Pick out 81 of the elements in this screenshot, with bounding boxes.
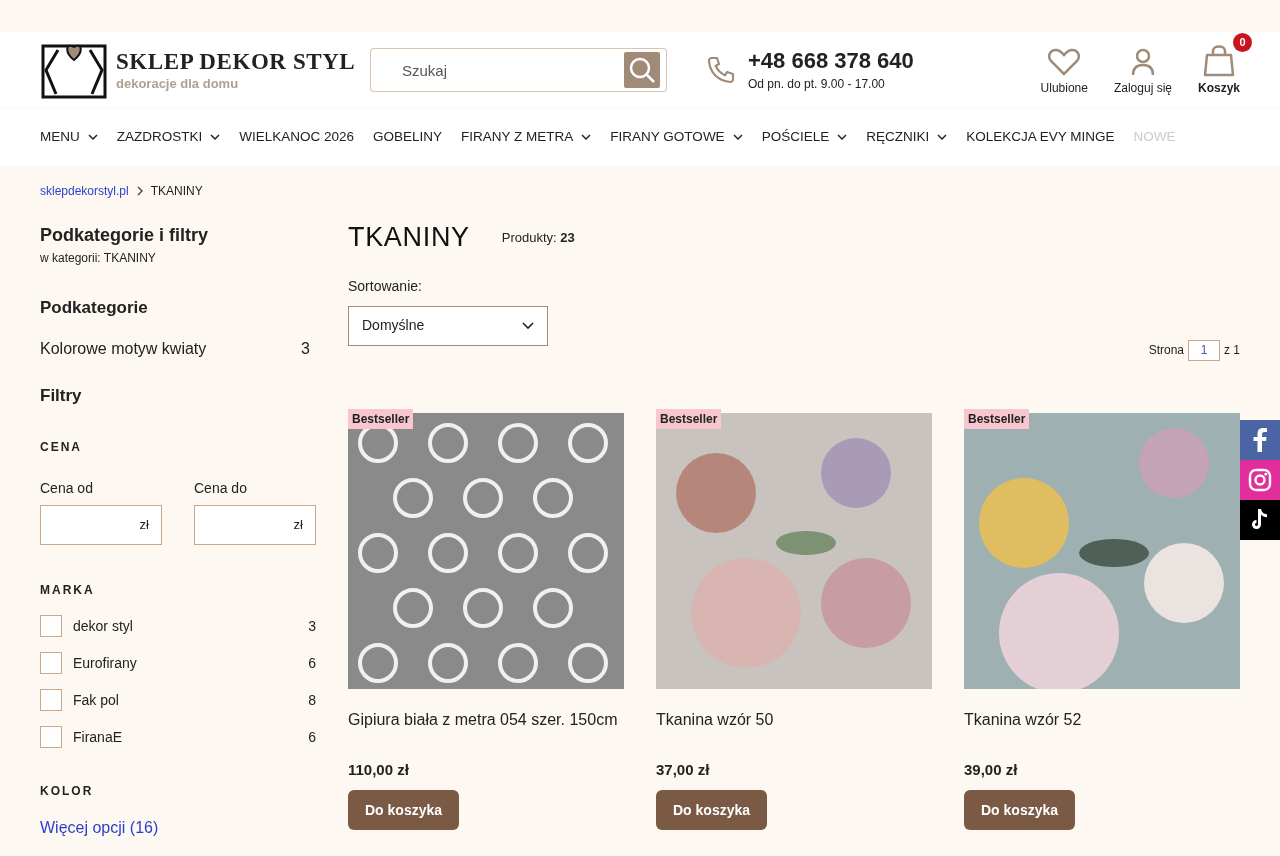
checkbox[interactable] (40, 652, 62, 674)
product-name-link[interactable]: Gipiura biała z metra 054 szer. 150cm (348, 708, 624, 753)
nav-menu-item[interactable]: GOBELINY (373, 127, 443, 148)
brand-label: Eurofirany (73, 653, 138, 673)
chevron-down-icon (522, 321, 534, 330)
product-price: 37,00 zł (656, 759, 711, 780)
cart-count-badge: 0 (1233, 33, 1252, 52)
brand-label: Fak pol (73, 690, 120, 710)
page-total: z 1 (1224, 342, 1240, 359)
product-price: 39,00 zł (964, 759, 1019, 780)
page-title: TKANINY (348, 221, 470, 254)
checkbox[interactable] (40, 726, 62, 748)
bestseller-badge: Bestseller (348, 408, 414, 429)
instagram-button[interactable] (1240, 460, 1280, 500)
chevron-right-icon (136, 186, 143, 196)
bestseller-badge: Bestseller (964, 408, 1030, 429)
price-to-label: Cena do (194, 479, 248, 498)
favorites-button[interactable]: Ulubione (1040, 47, 1088, 97)
checkbox[interactable] (40, 615, 62, 637)
brand-label: dekor styl (73, 616, 134, 636)
brand-count: 8 (308, 690, 316, 710)
subcategories-title: Podkategorie (40, 297, 149, 319)
chevron-down-icon (210, 134, 221, 141)
price-to-field[interactable]: zł (194, 505, 316, 545)
subcategory-link[interactable]: Kolorowe motyw kwiaty 3 (40, 336, 316, 361)
bestseller-badge: Bestseller (656, 408, 722, 429)
price-from-label: Cena od (40, 479, 94, 498)
shopping-bag-icon (1203, 43, 1235, 77)
price-from-field[interactable]: zł (40, 505, 162, 545)
product-name-link[interactable]: Tkanina wzór 52 (964, 708, 1240, 753)
product-price: 110,00 zł (348, 759, 410, 780)
heart-icon (1047, 47, 1082, 77)
add-to-cart-button[interactable]: Do koszyka (656, 790, 768, 830)
nav-menu-item[interactable]: RĘCZNIKI (866, 127, 948, 148)
nav-menu-item[interactable]: FIRANY GOTOWE (610, 127, 743, 148)
phone-icon (705, 54, 737, 86)
instagram-icon (1248, 468, 1272, 492)
brand-label: FiranaE (73, 727, 124, 747)
facebook-icon (1253, 428, 1267, 452)
sort-label: Sortowanie: (348, 276, 423, 296)
filters-title: Filtry (40, 384, 83, 407)
tiktok-button[interactable] (1240, 500, 1280, 540)
product-name-link[interactable]: Tkanina wzór 50 (656, 708, 932, 753)
page-field[interactable]: 1 (1188, 339, 1220, 361)
nav-menu-item[interactable]: MENU (40, 127, 98, 148)
currency-label: zł (139, 516, 149, 535)
chevron-down-icon (581, 134, 592, 141)
add-to-cart-button[interactable]: Do koszyka (348, 790, 460, 830)
currency-label: zł (293, 516, 303, 535)
price-filter-title: CENA (40, 439, 83, 456)
nav-menu-item[interactable]: POŚCIELE (761, 127, 848, 148)
music-note-icon (1250, 508, 1270, 532)
phone-number[interactable]: +48 668 378 640 (748, 47, 914, 75)
opening-hours: Od pn. do pt. 9.00 - 17.00 (748, 75, 886, 93)
checkbox[interactable] (40, 689, 62, 711)
brand-filter-title: MARKA (40, 582, 96, 599)
brand-count: 6 (308, 727, 316, 747)
more-options-link[interactable]: Więcej opcji (16) (40, 816, 316, 840)
brand-count: 6 (308, 653, 316, 673)
chevron-down-icon (837, 134, 848, 141)
color-filter-title: KOLOR (40, 783, 95, 800)
logo-tagline: dekoracje dla domu (116, 76, 240, 93)
add-to-cart-button[interactable]: Do koszyka (964, 790, 1076, 830)
facebook-button[interactable] (1240, 420, 1280, 460)
nav-menu-item[interactable]: KOLEKCJA EVY MINGE (966, 127, 1115, 148)
sidebar-subtitle: w kategorii: TKANINY (40, 250, 157, 267)
sidebar-title: Podkategorie i filtry (40, 224, 210, 247)
chevron-down-icon (732, 134, 743, 141)
breadcrumb-item: TKANINY (150, 183, 203, 200)
logo-title: SKLEP DEKOR STYL (116, 47, 356, 76)
sort-dropdown[interactable]: Domyślne (348, 305, 548, 346)
page-label: Strona (1148, 342, 1184, 359)
chevron-down-icon (937, 134, 948, 141)
nav-menu-item[interactable]: FIRANY Z METRA (461, 127, 592, 148)
nav-menu-item[interactable]: ZAZDROSTKI (116, 127, 221, 148)
products-count: Produkty: 23 (501, 228, 575, 247)
brand-count: 3 (308, 616, 316, 636)
breadcrumb-item[interactable]: sklepdekorstyl.pl (40, 182, 129, 200)
login-button[interactable]: Zaloguj się (1113, 47, 1172, 97)
chevron-down-icon (87, 134, 98, 141)
nav-menu-item[interactable]: WIELKANOC 2026 (239, 127, 355, 148)
